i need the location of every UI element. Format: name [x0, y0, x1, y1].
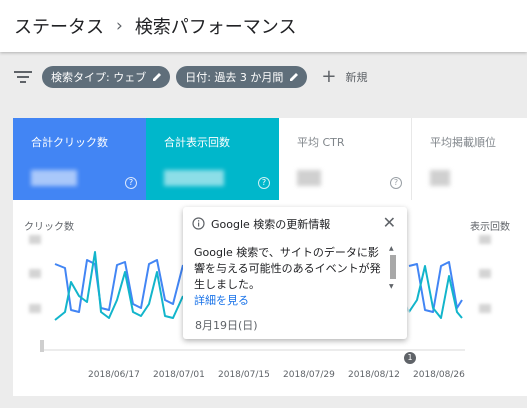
chip-label: 検索タイプ: ウェブ: [51, 71, 147, 84]
x-axis-label: 2018/08/12: [348, 370, 400, 380]
popup-date: 8月19日(日): [195, 319, 258, 332]
metric-cards: 合計クリック数 ? 合計表示回数 ? 平均 CTR ? 平均掲載順位: [13, 118, 527, 200]
metric-card-position[interactable]: 平均掲載順位: [412, 118, 527, 200]
x-axis-label: 2018/06/17: [88, 370, 140, 380]
range-handle: [40, 340, 44, 352]
metric-value-redacted: [31, 170, 77, 186]
x-axis-label: 2018/07/29: [283, 370, 335, 380]
top-header: ステータス › 検索パフォーマンス: [0, 0, 527, 52]
new-filter-label: 新規: [345, 71, 368, 84]
help-icon[interactable]: ?: [125, 177, 137, 189]
filter-bar: 検索タイプ: ウェブ 日付: 過去 3 か月間 + 新規: [0, 57, 527, 97]
popup-body: Google 検索で、サイトのデータに影響を与える可能性のあるイベントが発生しま…: [194, 245, 386, 309]
chip-label: 日付: 過去 3 か月間: [185, 71, 284, 84]
edit-icon: [290, 73, 299, 81]
annotation-marker[interactable]: 1: [404, 352, 416, 364]
metric-value-redacted: [297, 170, 321, 186]
filter-chip-search-type[interactable]: 検索タイプ: ウェブ: [42, 66, 171, 88]
metric-label: 合計表示回数: [164, 136, 230, 149]
filter-chip-date[interactable]: 日付: 過去 3 か月間: [176, 66, 308, 88]
metric-card-ctr[interactable]: 平均 CTR ?: [279, 118, 412, 200]
popup-scrollbar[interactable]: ▲ ▼: [389, 245, 397, 291]
edit-icon: [153, 73, 162, 81]
filter-icon[interactable]: [14, 70, 32, 84]
popup-body-text: Google 検索で、サイトのデータに影響を与える可能性のあるイベントが発生しま…: [194, 246, 381, 291]
x-axis-label: 2018/08/26: [413, 370, 465, 380]
scroll-down-icon[interactable]: ▼: [389, 283, 394, 290]
new-filter-button[interactable]: + 新規: [321, 68, 367, 86]
page-title: 検索パフォーマンス: [134, 17, 297, 38]
metric-label: 合計クリック数: [31, 136, 108, 149]
scroll-up-icon[interactable]: ▲: [389, 245, 394, 252]
metric-card-clicks[interactable]: 合計クリック数 ?: [13, 118, 146, 200]
plus-icon: +: [321, 66, 337, 87]
scroll-thumb[interactable]: [390, 255, 396, 279]
popup-title: Google 検索の更新情報: [211, 218, 331, 231]
x-axis-label: 2018/07/01: [153, 370, 205, 380]
clicks-series-line-right: [408, 261, 463, 313]
breadcrumb-parent[interactable]: ステータス: [14, 13, 104, 39]
metric-value-redacted: [164, 170, 224, 186]
help-icon[interactable]: ?: [258, 177, 270, 189]
close-icon[interactable]: ✕: [383, 213, 396, 232]
metric-value-redacted: [430, 170, 450, 186]
metric-card-impressions[interactable]: 合計表示回数 ?: [146, 118, 279, 200]
metric-label: 平均掲載順位: [430, 136, 496, 149]
metric-label: 平均 CTR: [297, 136, 345, 149]
learn-more-link[interactable]: 詳細を見る: [194, 294, 249, 307]
info-icon: [192, 217, 205, 230]
update-info-popup: Google 検索の更新情報 ✕ Google 検索で、サイトのデータに影響を与…: [183, 207, 407, 339]
x-axis-label: 2018/07/15: [218, 370, 270, 380]
help-icon[interactable]: ?: [390, 177, 402, 189]
breadcrumb-separator: ›: [116, 16, 123, 36]
